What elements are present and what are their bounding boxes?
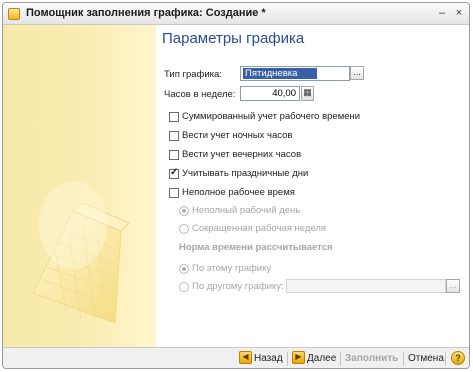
part-time-checkbox[interactable] [169, 188, 179, 198]
part-time-day-label: Неполный рабочий день [192, 205, 301, 216]
arrow-left-icon: ◀ [239, 351, 252, 364]
back-button[interactable]: ◀ Назад [239, 351, 283, 367]
window-title: Помощник заполнения графика: Создание * [26, 7, 266, 19]
this-schedule-label: По этому графику [192, 263, 272, 274]
norm-heading: Норма времени рассчитывается [179, 242, 333, 253]
part-time-day-radio[interactable] [179, 206, 189, 216]
evening-hours-label: Вести учет вечерних часов [182, 149, 302, 160]
holidays-label: Учитывать праздничные дни [182, 168, 309, 179]
parameters-panel: Параметры графика Тип графика: Пятидневк… [156, 25, 469, 347]
night-hours-label: Вести учет ночных часов [182, 130, 293, 141]
wizard-footer: ◀ Назад ▶ Далее Заполнить Отмена ? [3, 347, 469, 368]
schedule-type-field[interactable]: Пятидневка [240, 66, 350, 81]
close-icon[interactable]: × [452, 7, 466, 20]
back-label: Назад [254, 353, 283, 364]
hours-per-week-value: 40,00 [272, 88, 296, 99]
wizard-window: Помощник заполнения графика: Создание * … [2, 2, 470, 369]
summed-accounting-label: Суммированный учет рабочего времени [182, 111, 361, 122]
help-button[interactable]: ? [451, 351, 465, 367]
separator [340, 352, 341, 366]
other-schedule-radio[interactable] [179, 282, 189, 292]
schedule-type-label: Тип графика: [164, 69, 222, 80]
short-week-label: Сокращенная рабочая неделя [192, 223, 327, 234]
minimize-icon[interactable]: – [435, 7, 449, 20]
evening-hours-checkbox[interactable] [169, 150, 179, 160]
schedule-type-browse-button[interactable]: ... [350, 66, 364, 80]
this-schedule-radio[interactable] [179, 264, 189, 274]
other-schedule-label: По другому графику: [192, 281, 284, 292]
night-hours-checkbox[interactable] [169, 131, 179, 141]
page-title: Параметры графика [162, 30, 305, 47]
hours-per-week-field[interactable]: 40,00 [240, 86, 300, 101]
app-icon [8, 8, 20, 20]
separator [445, 352, 446, 366]
hours-per-week-label: Часов в неделе: [164, 89, 236, 100]
part-time-label: Неполное рабочее время [182, 187, 295, 198]
other-schedule-field[interactable] [286, 279, 446, 293]
next-button[interactable]: ▶ Далее [292, 351, 336, 367]
other-schedule-browse-button[interactable]: ... [446, 279, 460, 293]
separator [403, 352, 404, 366]
calendar-illustration [32, 181, 130, 324]
schedule-type-value: Пятидневка [243, 68, 317, 79]
help-icon: ? [451, 351, 465, 365]
title-bar: Помощник заполнения графика: Создание * … [3, 3, 469, 25]
holidays-checkbox[interactable] [169, 167, 179, 179]
next-label: Далее [307, 353, 337, 364]
wizard-sidebar-illustration [3, 25, 156, 347]
summed-accounting-checkbox[interactable] [169, 112, 179, 122]
separator [287, 352, 288, 366]
arrow-right-icon: ▶ [292, 351, 305, 364]
short-week-radio[interactable] [179, 224, 189, 234]
calculator-icon[interactable]: ▦ [301, 86, 314, 101]
cancel-button[interactable]: Отмена [408, 351, 444, 367]
fill-button[interactable]: Заполнить [345, 351, 398, 367]
